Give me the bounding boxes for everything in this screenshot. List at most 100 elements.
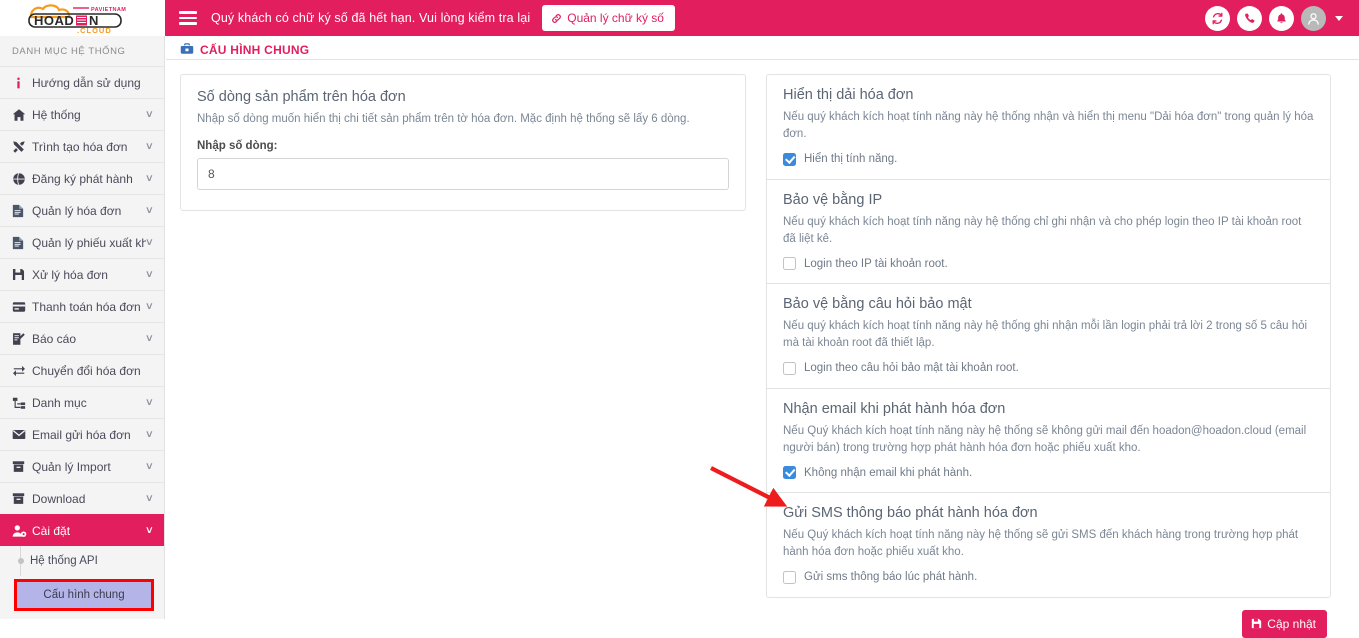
- sidebar-item-label: Quản lý Import: [32, 459, 111, 474]
- save-icon: [12, 268, 32, 281]
- file-text-icon: [12, 204, 32, 218]
- sidebar-item-huong-dan-su-dung[interactable]: Hướng dẫn sử dụng: [0, 66, 164, 98]
- option-title: Bảo vệ bằng IP: [783, 191, 883, 208]
- exchange-icon: [12, 364, 32, 378]
- feature-options-panel: Hiển thị dải hóa đơn Nếu quý khách kích …: [766, 74, 1331, 598]
- sidebar-item-he-thong[interactable]: Hệ thống ∨: [0, 98, 164, 130]
- user-avatar-icon[interactable]: [1301, 5, 1326, 31]
- invoice-line-count-panel: Số dòng sản phẩm trên hóa đơn Nhập số dò…: [180, 74, 746, 212]
- bullet-icon: [18, 558, 24, 564]
- sidebar-item-quan-ly-hoa-don[interactable]: Quản lý hóa đơn ∨: [0, 194, 164, 226]
- option-gui-sms-thong-bao: Gửi SMS thông báo phát hành hóa đơn Nếu …: [767, 493, 1330, 597]
- option-checkbox-row[interactable]: Hiển thị tính năng.: [783, 152, 1314, 166]
- sidebar-subitem-label: Hệ thống API: [30, 555, 98, 567]
- home-icon: [12, 108, 32, 122]
- sidebar-item-cai-dat[interactable]: Cài đặt ∨: [0, 514, 164, 546]
- checkbox-label: Hiển thị tính năng.: [804, 153, 898, 165]
- checkbox-khong-nhan-email[interactable]: [783, 466, 796, 479]
- hamburger-icon[interactable]: [179, 11, 197, 25]
- expired-signature-message: Quý khách có chữ ký số đã hết hạn. Vui l…: [211, 11, 531, 25]
- option-title: Hiển thị dải hóa đơn: [783, 87, 914, 103]
- user-menu-chevron-down-icon[interactable]: [1335, 15, 1343, 21]
- lines-input[interactable]: [197, 158, 729, 191]
- update-button[interactable]: Cập nhật: [1242, 609, 1327, 638]
- breadcrumb-title: CẤU HÌNH CHUNG: [200, 42, 310, 57]
- checkbox-login-cau-hoi-bao-mat[interactable]: [783, 361, 796, 375]
- option-checkbox-row[interactable]: Login theo câu hỏi bảo mật tài khoản roo…: [783, 361, 1314, 375]
- checkbox-label: Không nhận email khi phát hành.: [804, 466, 973, 479]
- sidebar-item-label: Download: [32, 491, 86, 506]
- top-bar-content: Quý khách có chữ ký số đã hết hạn. Vui l…: [165, 0, 1359, 36]
- sidebar-item-thanh-toan-hoa-don[interactable]: Thanh toán hóa đơn ∨: [0, 290, 164, 322]
- option-nhan-email-khi-phat-hanh: Nhận email khi phát hành hóa đơn Nếu Quý…: [767, 389, 1330, 493]
- option-checkbox-row[interactable]: Login theo IP tài khoản root.: [783, 257, 1314, 270]
- user-gear-icon: [12, 524, 32, 538]
- phone-icon[interactable]: [1237, 5, 1262, 31]
- sitemap-icon: [12, 396, 32, 410]
- bell-icon[interactable]: [1269, 5, 1294, 31]
- sidebar-item-quan-ly-phieu-xuat-kho[interactable]: Quản lý phiếu xuất kho ∨: [0, 226, 164, 258]
- sidebar-subitem-he-thong-api[interactable]: Hệ thống API: [0, 546, 164, 576]
- app-logo[interactable]: HOAD N .CLOUD PAVIETNAM: [0, 0, 165, 36]
- option-description: Nếu quý khách kích hoạt tính năng này hệ…: [783, 111, 1314, 141]
- sidebar-item-dang-ky-phat-hanh[interactable]: Đăng ký phát hành ∨: [0, 162, 164, 194]
- manage-digital-signature-button[interactable]: Quản lý chữ ký số: [542, 5, 675, 31]
- sidebar-item-xu-ly-hoa-don[interactable]: Xử lý hóa đơn ∨: [0, 258, 164, 290]
- chevron-down-icon: ∨: [144, 396, 154, 408]
- link-icon: [552, 13, 562, 23]
- chevron-down-icon: ∨: [144, 524, 154, 536]
- chevron-down-icon: ∨: [144, 140, 154, 152]
- option-bao-ve-bang-cau-hoi-bao-mat: Bảo vệ bằng câu hỏi bảo mật Nếu quý khác…: [767, 284, 1330, 389]
- chevron-down-icon: ∨: [144, 268, 154, 280]
- panel-description: Nhập số dòng muốn hiển thị chi tiết sản …: [197, 113, 690, 125]
- top-bar: HOAD N .CLOUD PAVIETNAM Quý khách có chữ…: [0, 0, 1359, 36]
- checkbox-login-theo-ip[interactable]: [783, 257, 796, 270]
- file-text-icon: [12, 236, 32, 250]
- sidebar-item-label: Quản lý phiếu xuất kho: [32, 235, 146, 250]
- save-icon: [1252, 618, 1262, 629]
- option-title: Bảo vệ bằng câu hỏi bảo mật: [783, 296, 972, 312]
- manage-digital-signature-label: Quản lý chữ ký số: [567, 11, 664, 25]
- globe-icon: [12, 172, 32, 186]
- option-description: Nếu Quý khách kích hoạt tính năng này hệ…: [783, 529, 1299, 559]
- sync-icon[interactable]: [1205, 5, 1230, 31]
- credit-card-icon: [12, 301, 32, 313]
- option-description: Nếu quý khách kích hoạt tính năng này hệ…: [783, 215, 1302, 245]
- chevron-down-icon: ∨: [144, 492, 154, 504]
- hoadon-cloud-logo-icon: HOAD N .CLOUD PAVIETNAM: [27, 3, 125, 35]
- archive-icon: [12, 492, 32, 505]
- sidebar-item-label: Hướng dẫn sử dụng: [32, 75, 141, 90]
- option-checkbox-row[interactable]: Không nhận email khi phát hành.: [783, 466, 1314, 479]
- checkbox-gui-sms-phat-hanh[interactable]: [783, 570, 796, 584]
- option-hien-thi-dai-hoa-don: Hiển thị dải hóa đơn Nếu quý khách kích …: [767, 75, 1330, 180]
- chevron-down-icon: ∨: [144, 108, 154, 120]
- sidebar-item-bao-cao[interactable]: Báo cáo ∨: [0, 322, 164, 354]
- sidebar-item-trinh-tao-hoa-don[interactable]: Trình tạo hóa đơn ∨: [0, 130, 164, 162]
- panel-title: Số dòng sản phẩm trên hóa đơn: [197, 89, 406, 105]
- sidebar-item-label: Email gửi hóa đơn: [32, 427, 131, 442]
- option-checkbox-row[interactable]: Gửi sms thông báo lúc phát hành.: [783, 570, 1314, 584]
- report-edit-icon: [12, 332, 32, 346]
- sidebar: DANH MỤC HỆ THỐNG Hướng dẫn sử dụng Hệ t…: [0, 36, 165, 619]
- sidebar-item-quan-ly-import[interactable]: Quản lý Import ∨: [0, 450, 164, 482]
- option-title: Gửi SMS thông báo phát hành hóa đơn: [783, 505, 1038, 521]
- sidebar-item-danh-muc[interactable]: Danh mục ∨: [0, 386, 164, 418]
- sidebar-title: DANH MỤC HỆ THỐNG: [12, 46, 126, 57]
- svg-text:HOAD: HOAD: [34, 13, 74, 28]
- sidebar-subitem-cau-hinh-chung-annotated: Cấu hình chung: [14, 579, 154, 611]
- sidebar-item-label: Trình tạo hóa đơn: [32, 139, 128, 154]
- sidebar-item-email-gui-hoa-don[interactable]: Email gửi hóa đơn ∨: [0, 418, 164, 450]
- option-description: Nếu quý khách kích hoạt tính năng này hệ…: [783, 320, 1308, 350]
- chevron-down-icon: ∨: [144, 172, 154, 184]
- sidebar-subitem-cau-hinh-chung[interactable]: Cấu hình chung: [14, 579, 154, 611]
- option-title: Nhận email khi phát hành hóa đơn: [783, 400, 1006, 417]
- checkbox-hien-thi-tinh-nang[interactable]: [783, 152, 796, 166]
- sidebar-item-chuyen-doi-hoa-don[interactable]: Chuyển đổi hóa đơn: [0, 354, 164, 386]
- sidebar-item-label: Đăng ký phát hành: [32, 171, 133, 186]
- chevron-down-icon: ∨: [144, 236, 154, 248]
- sidebar-item-download[interactable]: Download ∨: [0, 482, 164, 514]
- checkbox-label: Gửi sms thông báo lúc phát hành.: [804, 571, 978, 583]
- feature-options-column: Hiển thị dải hóa đơn Nếu quý khách kích …: [766, 74, 1343, 638]
- chevron-down-icon: ∨: [144, 300, 154, 312]
- top-bar-actions: [1205, 5, 1347, 31]
